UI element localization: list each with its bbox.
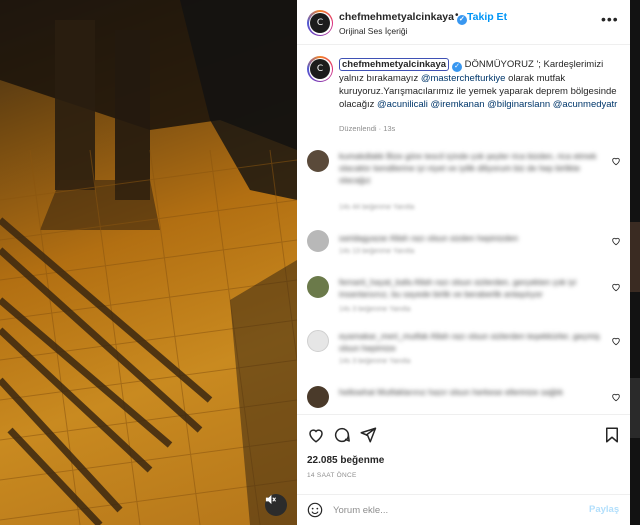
post-media[interactable] bbox=[0, 0, 297, 525]
mention-link[interactable]: @acunmedyatr bbox=[553, 99, 618, 110]
comment-meta: 14s 3 beğenme Yanıtla bbox=[339, 306, 411, 313]
comment-text: eyamakar_mert_mutfak Allah razı olsun si… bbox=[339, 331, 600, 353]
media-illustration bbox=[0, 0, 297, 525]
heart-icon[interactable] bbox=[611, 392, 621, 402]
caption-meta: Düzenlendi · 13s bbox=[339, 124, 396, 133]
header-separator: • bbox=[455, 10, 459, 21]
commenter-avatar[interactable] bbox=[307, 386, 329, 408]
add-comment-bar: Paylaş bbox=[297, 494, 630, 525]
comment-text: saridagyazar Allah razı olsun sizden hep… bbox=[339, 233, 519, 243]
mention-link[interactable]: @masterchefturkiye bbox=[421, 73, 506, 84]
heart-icon[interactable] bbox=[611, 282, 621, 292]
commenter-avatar[interactable] bbox=[307, 230, 329, 252]
likes-count[interactable]: 22.085 beğenme bbox=[307, 455, 384, 466]
audio-label[interactable]: Orijinal Ses İçeriği bbox=[339, 26, 408, 36]
more-icon[interactable]: ••• bbox=[601, 11, 619, 27]
post-time[interactable]: 14 SAAT ÖNCE bbox=[307, 472, 357, 479]
comment-text: kumakdlakk Bize göre tescil içinde çok ş… bbox=[339, 151, 597, 185]
heart-icon[interactable] bbox=[611, 336, 621, 346]
author-username[interactable]: chefmehmetyalcinkaya ✓ bbox=[339, 11, 467, 25]
comment-meta: 14s 3 beğenme Yanıtla bbox=[339, 358, 411, 365]
comment-text: hellowhat Mutfaklarınız hazır olsun herk… bbox=[339, 387, 563, 397]
verified-badge-icon: ✓ bbox=[452, 62, 463, 72]
emoji-icon[interactable] bbox=[307, 502, 323, 518]
share-icon[interactable] bbox=[359, 426, 377, 444]
post-comment-button[interactable]: Paylaş bbox=[589, 504, 619, 515]
commenter-avatar[interactable] bbox=[307, 150, 329, 172]
comment-text: fernarti_hayat_kafa Allah razı olsun siz… bbox=[339, 277, 577, 299]
comments-scroll[interactable]: C chefmehmetyalcinkaya ✓ DÖNMÜYORUZ '; Ka… bbox=[297, 46, 630, 414]
comment-icon[interactable] bbox=[333, 426, 351, 444]
post-actions: 22.085 beğenme 14 SAAT ÖNCE bbox=[297, 414, 630, 494]
caption-username[interactable]: chefmehmetyalcinkaya bbox=[339, 58, 450, 71]
bookmark-icon[interactable] bbox=[603, 426, 621, 444]
comment-input[interactable] bbox=[333, 501, 573, 519]
follow-button[interactable]: Takip Et bbox=[467, 11, 507, 23]
mention-link[interactable]: @iremkanan bbox=[431, 99, 485, 110]
caption-author-avatar[interactable]: C bbox=[307, 56, 333, 82]
post-modal: C chefmehmetyalcinkaya ✓ • Takip Et Oriji… bbox=[0, 0, 640, 525]
commenter-avatar[interactable] bbox=[307, 276, 329, 298]
post-details-panel: C chefmehmetyalcinkaya ✓ • Takip Et Oriji… bbox=[297, 0, 630, 525]
sound-off-button[interactable] bbox=[265, 494, 287, 516]
author-username-text[interactable]: chefmehmetyalcinkaya bbox=[339, 11, 454, 23]
mention-link[interactable]: @acunilicali bbox=[377, 99, 428, 110]
commenter-avatar[interactable] bbox=[307, 330, 329, 352]
comment-meta: 14s 44 beğenme Yanıtla bbox=[339, 204, 415, 211]
background-strip-right bbox=[630, 0, 640, 525]
heart-icon[interactable] bbox=[307, 426, 325, 444]
sound-off-icon bbox=[265, 494, 276, 505]
author-avatar[interactable]: C bbox=[307, 10, 333, 36]
heart-icon[interactable] bbox=[611, 236, 621, 246]
post-header: C chefmehmetyalcinkaya ✓ • Takip Et Oriji… bbox=[297, 0, 630, 45]
post-caption: chefmehmetyalcinkaya ✓ DÖNMÜYORUZ '; Kard… bbox=[339, 58, 619, 111]
heart-icon[interactable] bbox=[611, 156, 621, 166]
comment-meta: 14s 13 beğenme Yanıtla bbox=[339, 248, 415, 255]
mention-link[interactable]: @bilginarslann bbox=[487, 99, 550, 110]
